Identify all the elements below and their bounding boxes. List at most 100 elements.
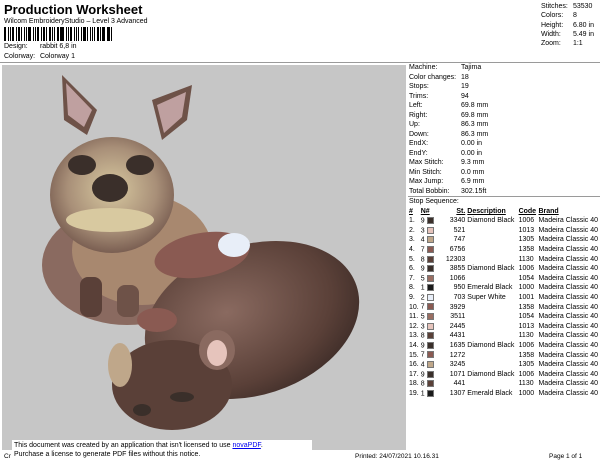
row-code: 1358 [518,246,535,254]
row-description: Diamond Black [467,265,515,273]
color-swatch [426,217,434,225]
row-code: 1006 [518,370,535,378]
stat-row: Colors: 8 [541,12,577,20]
row-num: 5. [409,255,415,263]
row-num: 4. [409,246,415,254]
row-brand: Madeira Classic 40 [538,361,598,369]
machine-row: Max Stitch: 9.3 mm [409,159,485,166]
row-code: 1130 [518,380,534,388]
row-stitches: 3855 [449,265,466,273]
colorway-value: Colorway 1 [39,53,75,60]
row-brand: Madeira Classic 40 [538,303,598,311]
row-stitches: 521 [453,226,466,234]
row-brand: Madeira Classic 40 [538,217,598,225]
color-swatch [426,255,434,263]
color-swatch [426,361,434,369]
row-code: 1006 [518,217,535,225]
row-stitches: 1066 [449,274,466,282]
row-description [467,245,518,255]
row-code: 1130 [518,332,534,340]
barcode [4,27,114,41]
row-brand: Madeira Classic 40 [538,255,598,263]
machine-row: EndY: 0.00 in [409,149,483,157]
row-description [467,322,518,332]
row-num: 18. [409,380,419,388]
machine-row: Left: 69.8 mm [409,102,489,109]
row-code: 1006 [518,342,535,350]
col-n-header: N# [420,208,430,215]
design-row: Design: rabbit 6,8 in [4,43,77,50]
machine-row: Min Stitch: 0.0 mm [409,168,485,176]
novapdf-link[interactable]: novaPDF [232,442,260,449]
row-num: 13. [409,332,419,340]
machine-row: Trims: 94 [409,92,469,100]
row-needle: 8 [421,379,441,389]
row-description: Diamond Black [467,217,515,225]
design-label: Design: [4,43,28,50]
machine-row: Up: 86.3 mm [409,121,489,128]
row-needle: 9 [421,264,441,274]
row-brand: Madeira Classic 40 [538,226,598,234]
color-swatch [426,226,434,234]
machine-row: Right: 69.8 mm [409,111,489,119]
stop-sequence-title: Stop Sequence: [409,198,459,205]
table-row: 18. 8 441 1130 Madeira Classic 40 [409,379,600,389]
row-num: 17. [409,370,419,378]
notice-line-2: Purchase a license to generate PDF files… [14,451,201,458]
row-description [467,360,518,370]
table-row: 9. 2 703 Super White 1001 Madeira Classic 40 [409,293,600,303]
col-st-header: St. [456,208,466,215]
table-row: 11. 5 3511 1054 Madeira Classic 40 [409,312,600,322]
color-swatch [426,265,434,273]
row-brand: Madeira Classic 40 [538,236,598,244]
table-row: 6. 9 3855 Diamond Black 1006 Madeira Classic… [409,264,600,274]
row-code: 1000 [518,284,535,292]
row-needle: 9 [421,341,441,351]
row-stitches: 6756 [449,246,466,254]
colorway-label: Colorway: [4,53,36,60]
col-code-header: Code [518,208,537,215]
color-swatch [426,284,434,292]
row-description: Diamond Black [467,370,515,378]
software-name: Wilcom EmbroideryStudio – Level 3 Advanc… [4,18,148,25]
row-description [467,379,518,389]
stat-row: Height: 6.80 in [541,21,594,29]
color-swatch [426,303,434,311]
table-row: 14. 9 1635 Diamond Black 1006 Madeira Classi… [409,341,600,351]
row-code: 1305 [518,361,535,369]
license-notice: This document was created by an applicat… [12,440,312,460]
divider [0,62,600,63]
row-description [467,312,518,322]
color-swatch [426,322,434,330]
table-row: 1. 9 3340 Diamond Black 1006 Madeira Classic… [409,216,600,226]
table-row: 16. 4 3245 1305 Madeira Classic 40 [409,360,600,370]
table-row: 13. 8 4431 1130 Madeira Classic 40 [409,331,600,341]
machine-row: Max Jump: 6.9 mm [409,178,485,185]
table-row: 8. 1 950 Emerald Black 1000 Madeira Classic … [409,283,600,293]
row-brand: Madeira Classic 40 [538,380,598,388]
row-code: 1001 [518,294,535,302]
row-num: 6. [409,265,415,273]
row-needle: 5 [421,312,441,322]
row-code: 1013 [518,226,535,234]
table-row: 5. 8 12303 1130 Madeira Classic 40 [409,254,600,264]
row-brand: Madeira Classic 40 [538,246,598,254]
row-code: 1013 [518,322,535,330]
page-number: Page 1 of 1 [549,453,583,460]
row-num: 8. [409,284,415,292]
row-num: 9. [409,294,415,302]
row-brand: Madeira Classic 40 [538,389,598,397]
row-description: Super White [467,294,506,302]
row-stitches: 747 [453,236,466,244]
row-stitches: 1272 [449,351,466,359]
row-num: 7. [409,274,415,282]
row-brand: Madeira Classic 40 [538,265,598,273]
table-row: 19. 1 1307 Emerald Black 1000 Madeira Classi… [409,389,600,399]
row-description [467,302,518,312]
color-swatch [426,236,434,244]
row-needle: 7 [421,302,441,312]
row-needle: 4 [421,235,441,245]
machine-row: Color changes: 18 [409,73,469,81]
row-needle: 7 [421,350,441,360]
notice-line-1: This document was created by an applicat… [14,442,263,449]
